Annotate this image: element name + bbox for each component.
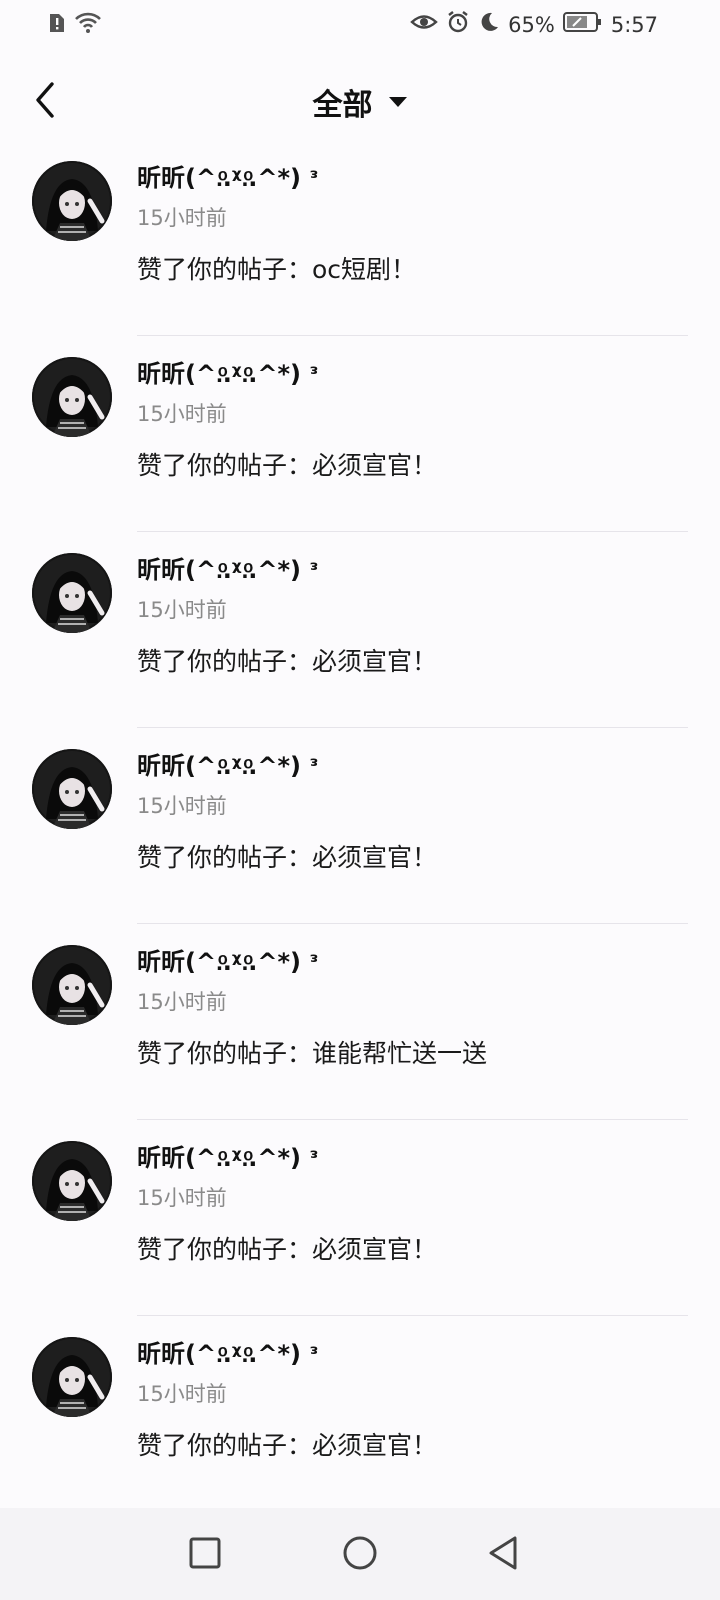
user-name[interactable]: 昕昕(^.ͦ.ᵡ.ͦ.^*) ᵌ [137, 1334, 319, 1369]
notification-message: 赞了你的帖子：必须宣官！ [137, 843, 438, 872]
timestamp: 15小时前 [137, 794, 227, 818]
recents-square-icon [189, 1537, 221, 1569]
clock-time: 5:57 [610, 12, 658, 37]
notification-message: 赞了你的帖子：谁能帮忙送一送 [137, 1039, 488, 1068]
page-title: 全部 [312, 88, 373, 123]
timestamp: 15小时前 [137, 1382, 227, 1406]
avatar[interactable] [32, 1141, 112, 1221]
back-triangle-icon [489, 1536, 517, 1570]
notification-message: 赞了你的帖子：必须宣官！ [137, 1431, 438, 1460]
wifi-icon [74, 12, 102, 38]
timestamp: 15小时前 [137, 206, 227, 230]
avatar[interactable] [32, 553, 112, 633]
list-item[interactable]: 昕昕(^.ͦ.ᵡ.ͦ.^*) ᵌ 15小时前 赞了你的帖子：必须宣官！ [0, 728, 720, 924]
home-circle-icon [343, 1536, 377, 1570]
notification-message: 赞了你的帖子：必须宣官！ [137, 1235, 438, 1264]
list-item[interactable]: 昕昕(^.ͦ.ᵡ.ͦ.^*) ᵌ 15小时前 赞了你的帖子：谁能帮忙送一送 [0, 924, 720, 1120]
notification-message: 赞了你的帖子：必须宣官！ [137, 647, 438, 676]
avatar[interactable] [32, 749, 112, 829]
alarm-icon [446, 10, 470, 39]
back-nav-button[interactable] [482, 1530, 530, 1578]
avatar[interactable] [32, 945, 112, 1025]
battery-percent: 65% [508, 12, 555, 37]
recents-button[interactable] [182, 1530, 230, 1578]
list-item[interactable]: 昕昕(^.ͦ.ᵡ.ͦ.^*) ᵌ 15小时前 赞了你的帖子：必须宣官！ [0, 336, 720, 532]
filter-dropdown[interactable]: 全部 [0, 80, 720, 124]
avatar[interactable] [32, 1337, 112, 1417]
list-item[interactable]: 昕昕(^.ͦ.ᵡ.ͦ.^*) ᵌ 15小时前 赞了你的帖子：必须宣官！ [0, 532, 720, 728]
home-button[interactable] [336, 1530, 384, 1578]
moon-icon [478, 11, 500, 38]
timestamp: 15小时前 [137, 402, 227, 426]
notification-message: 赞了你的帖子：oc短剧！ [137, 255, 417, 284]
list-item[interactable]: 昕昕(^.ͦ.ᵡ.ͦ.^*) ᵌ 15小时前 赞了你的帖子：必须宣官！ [0, 1316, 720, 1512]
alert-sim-icon [48, 12, 66, 38]
notification-message: 赞了你的帖子：必须宣官！ [137, 451, 438, 480]
timestamp: 15小时前 [137, 1186, 227, 1210]
user-name[interactable]: 昕昕(^.ͦ.ᵡ.ͦ.^*) ᵌ [137, 746, 319, 781]
user-name[interactable]: 昕昕(^.ͦ.ᵡ.ͦ.^*) ᵌ [137, 550, 319, 585]
user-name[interactable]: 昕昕(^.ͦ.ᵡ.ͦ.^*) ᵌ [137, 354, 319, 389]
avatar[interactable] [32, 357, 112, 437]
notification-list: 昕昕(^.ͦ.ᵡ.ͦ.^*) ᵌ 15小时前 赞了你的帖子：oc短剧！ 昕昕(^… [0, 140, 720, 1512]
user-name[interactable]: 昕昕(^.ͦ.ᵡ.ͦ.^*) ᵌ [137, 942, 319, 977]
caret-down-icon [388, 97, 407, 107]
system-nav-bar [0, 1508, 720, 1600]
eye-icon [410, 11, 438, 38]
timestamp: 15小时前 [137, 598, 227, 622]
list-item[interactable]: 昕昕(^.ͦ.ᵡ.ͦ.^*) ᵌ 15小时前 赞了你的帖子：oc短剧！ [0, 140, 720, 336]
timestamp: 15小时前 [137, 990, 227, 1014]
status-bar: 65% 5:57 [0, 0, 720, 50]
user-name[interactable]: 昕昕(^.ͦ.ᵡ.ͦ.^*) ᵌ [137, 1138, 319, 1173]
top-header: 全部 [0, 60, 720, 140]
avatar[interactable] [32, 161, 112, 241]
battery-icon [562, 11, 603, 38]
list-item[interactable]: 昕昕(^.ͦ.ᵡ.ͦ.^*) ᵌ 15小时前 赞了你的帖子：必须宣官！ [0, 1120, 720, 1316]
user-name[interactable]: 昕昕(^.ͦ.ᵡ.ͦ.^*) ᵌ [137, 158, 319, 193]
